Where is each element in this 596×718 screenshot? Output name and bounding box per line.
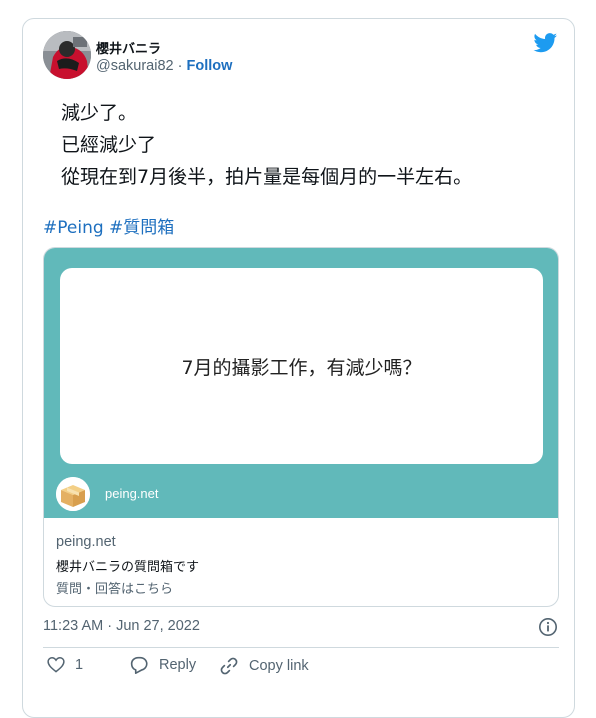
card-description: 質問・回答はこちら	[56, 582, 174, 597]
avatar[interactable]	[43, 31, 91, 79]
card-image: 7月的攝影工作，有減少嗎？ peing.net	[44, 248, 558, 518]
peing-box-logo	[56, 477, 90, 511]
question-text: 7月的攝影工作，有減少嗎？	[181, 356, 422, 379]
reply-button[interactable]: Reply	[129, 656, 196, 674]
like-button[interactable]: 1	[47, 656, 83, 673]
hashtag-link-peing[interactable]: #Peing	[43, 218, 104, 238]
tweet-text: 減少了。 已經減少了 從現在到7月後半，拍片量是每個月的一半左右。	[61, 97, 472, 193]
link-icon	[220, 657, 238, 675]
link-preview-card[interactable]: 7月的攝影工作，有減少嗎？ peing.net peing.net 櫻井バニラの…	[43, 247, 559, 607]
tweet-line: 從現在到7月後半，拍片量是每個月的一半左右。	[61, 166, 473, 188]
follow-link[interactable]: Follow	[186, 58, 232, 74]
reply-label: Reply	[159, 657, 197, 673]
card-domain: peing.net	[56, 534, 116, 550]
heart-icon	[47, 656, 65, 673]
reply-bubble-icon	[130, 656, 148, 674]
author-handle-row: @sakurai82 · Follow	[96, 58, 232, 74]
card-image-site: peing.net	[105, 486, 159, 501]
copy-link-label: Copy link	[249, 658, 309, 674]
divider	[43, 647, 559, 648]
embedded-tweet: 櫻井バニラ @sakurai82 · Follow 減少了。 已經減少了 從現在…	[22, 18, 575, 718]
author-handle[interactable]: @sakurai82	[96, 58, 174, 74]
copy-link-button[interactable]: Copy link	[219, 656, 309, 676]
question-box: 7月的攝影工作，有減少嗎？	[60, 268, 543, 464]
hashtag-link-question-box[interactable]: #質問箱	[109, 218, 174, 238]
handle-separator: ·	[173, 58, 187, 74]
tweet-timestamp[interactable]: 11:23 AM · Jun 27, 2022	[43, 618, 200, 634]
like-count: 1	[75, 656, 84, 673]
tweet-line: 減少了。	[61, 102, 138, 124]
author-display-name[interactable]: 櫻井バニラ	[96, 38, 161, 57]
card-title: 櫻井バニラの質問箱です	[56, 560, 200, 575]
twitter-bird-icon[interactable]	[533, 33, 558, 53]
tweet-line: 已經減少了	[61, 134, 157, 156]
hashtags: #Peing #質問箱	[43, 213, 174, 238]
info-icon[interactable]	[538, 617, 558, 637]
